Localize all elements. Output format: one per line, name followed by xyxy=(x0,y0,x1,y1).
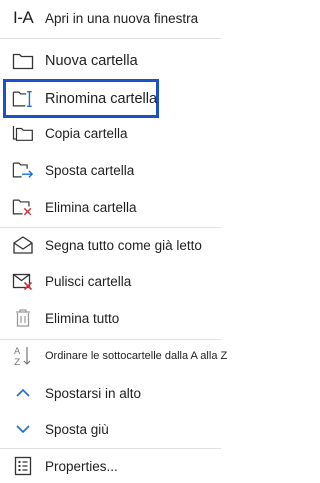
trash-icon xyxy=(12,307,34,329)
delete-folder-icon xyxy=(12,196,34,218)
divider xyxy=(0,227,221,228)
menu-item-delete-folder[interactable]: Elimina cartella xyxy=(0,192,221,222)
menu-item-mark-all-read[interactable]: Segna tutto come già letto xyxy=(0,230,221,260)
divider xyxy=(0,38,221,39)
menu-item-label: Apri in una nuova finestra xyxy=(45,10,199,26)
menu-item-new-folder[interactable]: Nuova cartella xyxy=(0,46,221,76)
mark-read-envelope-icon xyxy=(12,234,34,256)
svg-text:Z: Z xyxy=(14,358,20,368)
menu-item-label: Nuova cartella xyxy=(45,53,138,69)
menu-item-properties[interactable]: Properties... xyxy=(0,451,221,481)
menu-item-label: Elimina cartella xyxy=(45,199,137,215)
chevron-up-icon xyxy=(12,382,34,404)
menu-item-label: Spostarsi in alto xyxy=(45,385,142,401)
divider xyxy=(0,339,221,340)
menu-item-open-new-window[interactable]: I-A Apri in una nuova finestra xyxy=(0,4,221,32)
menu-item-label: Properties... xyxy=(45,458,118,474)
menu-item-label: Elimina tutto xyxy=(45,310,120,326)
new-folder-icon xyxy=(12,50,34,72)
svg-text:A: A xyxy=(14,347,21,357)
menu-item-clean-folder[interactable]: Pulisci cartella xyxy=(0,266,221,296)
menu-item-delete-all[interactable]: Elimina tutto xyxy=(0,303,221,333)
menu-item-move-up[interactable]: Spostarsi in alto xyxy=(0,378,221,408)
properties-icon xyxy=(12,455,34,477)
sort-az-icon: A Z xyxy=(12,345,34,368)
menu-item-label: Segna tutto come già letto xyxy=(45,237,202,253)
divider xyxy=(0,448,221,449)
menu-item-label: Rinomina cartella xyxy=(45,91,158,107)
menu-item-rename-folder[interactable]: Rinomina cartella xyxy=(0,84,221,114)
menu-item-move-folder[interactable]: Sposta cartella xyxy=(0,155,221,185)
rename-folder-icon xyxy=(12,88,34,110)
open-new-window-icon: I-A xyxy=(13,8,34,27)
clean-folder-icon xyxy=(12,270,34,292)
menu-item-label: Copia cartella xyxy=(45,125,128,141)
chevron-down-icon xyxy=(12,418,34,440)
menu-item-copy-folder[interactable]: Copia cartella xyxy=(0,118,221,148)
menu-item-label: Sposta cartella xyxy=(45,162,135,178)
menu-item-label: Pulisci cartella xyxy=(45,273,132,289)
folder-context-menu: I-A Apri in una nuova finestra Nuova car… xyxy=(0,0,227,483)
menu-item-label: Ordinare le sottocartelle dalla A alla Z xyxy=(45,350,228,362)
move-folder-icon xyxy=(12,159,34,181)
menu-item-sort-subfolders[interactable]: A Z Ordinare le sottocartelle dalla A al… xyxy=(0,341,227,371)
menu-item-label: Sposta giù xyxy=(45,421,109,437)
copy-folder-icon xyxy=(12,122,34,144)
menu-item-move-down[interactable]: Sposta giù xyxy=(0,414,221,444)
